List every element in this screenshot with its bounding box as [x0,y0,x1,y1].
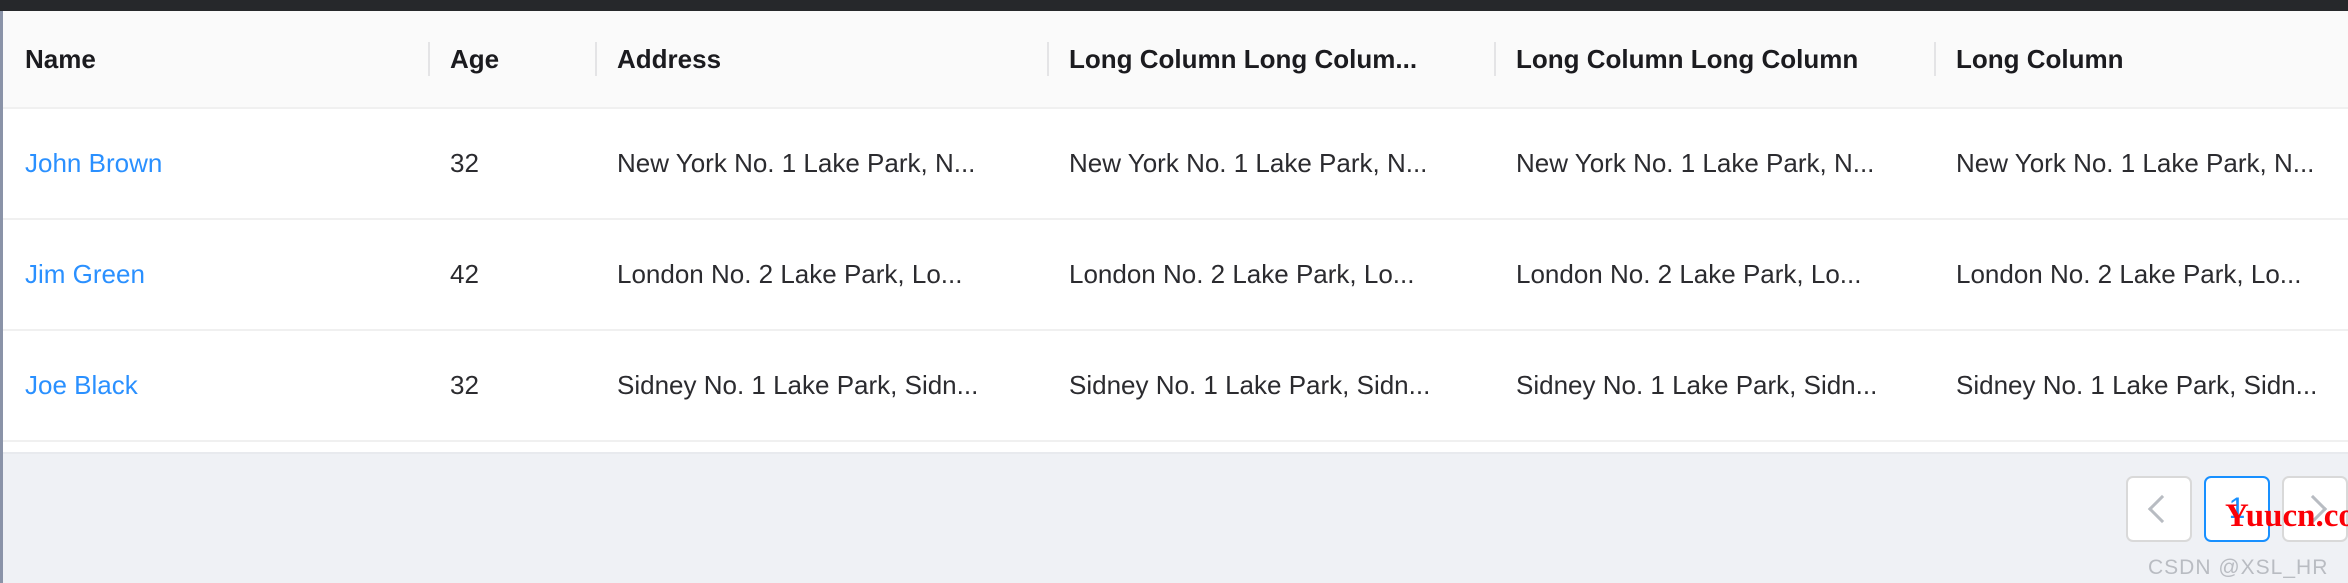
cell-age: 32 [428,330,595,442]
cell-long-2: New York No. 1 Lake Park, N... [1494,108,1934,220]
column-header-age[interactable]: Age [428,11,595,109]
pagination-prev-button[interactable] [2126,476,2192,542]
cell-long-3: London No. 2 Lake Park, Lo... [1934,219,2348,331]
table-header: Name Age Address Long Column Long Colum.… [3,11,2348,109]
table-screen: Name Age Address Long Column Long Colum.… [0,0,2348,583]
cell-long-2: Sidney No. 1 Lake Park, Sidn... [1494,330,1934,442]
chevron-left-icon [2147,494,2176,524]
data-table: Name Age Address Long Column Long Colum.… [3,11,2348,442]
table-row[interactable]: Jim Green 42 London No. 2 Lake Park, Lo.… [3,219,2348,331]
cell-name: Joe Black [3,330,428,442]
column-header-long-3[interactable]: Long Column [1934,11,2348,109]
cell-long-1: New York No. 1 Lake Park, N... [1047,108,1494,220]
table-footer: 1 [3,452,2348,583]
cell-address: Sidney No. 1 Lake Park, Sidn... [595,330,1047,442]
table-header-row: Name Age Address Long Column Long Colum.… [3,11,2348,109]
table-row[interactable]: John Brown 32 New York No. 1 Lake Park, … [3,108,2348,220]
table-row[interactable]: Joe Black 32 Sidney No. 1 Lake Park, Sid… [3,330,2348,442]
cell-long-3: Sidney No. 1 Lake Park, Sidn... [1934,330,2348,442]
cell-age: 42 [428,219,595,331]
cell-address: New York No. 1 Lake Park, N... [595,108,1047,220]
pagination: 1 [2126,476,2348,542]
cell-long-1: London No. 2 Lake Park, Lo... [1047,219,1494,331]
pagination-page-1-button[interactable]: 1 [2204,476,2270,542]
cell-address: London No. 2 Lake Park, Lo... [595,219,1047,331]
cell-long-2: London No. 2 Lake Park, Lo... [1494,219,1934,331]
chevron-right-icon [2298,494,2327,524]
cell-name: Jim Green [3,219,428,331]
pagination-next-button[interactable] [2282,476,2348,542]
column-header-long-1[interactable]: Long Column Long Colum... [1047,11,1494,109]
table-body: John Brown 32 New York No. 1 Lake Park, … [3,108,2348,442]
cell-long-3: New York No. 1 Lake Park, N... [1934,108,2348,220]
column-header-long-2[interactable]: Long Column Long Column [1494,11,1934,109]
cell-age: 32 [428,108,595,220]
row-name-link[interactable]: Jim Green [25,259,145,289]
browser-chrome-bar [0,0,2348,11]
row-name-link[interactable]: John Brown [25,148,162,178]
cell-name: John Brown [3,108,428,220]
column-header-name[interactable]: Name [3,11,428,109]
column-header-address[interactable]: Address [595,11,1047,109]
pagination-page-number: 1 [2228,492,2246,525]
cell-long-1: Sidney No. 1 Lake Park, Sidn... [1047,330,1494,442]
row-name-link[interactable]: Joe Black [25,370,138,400]
